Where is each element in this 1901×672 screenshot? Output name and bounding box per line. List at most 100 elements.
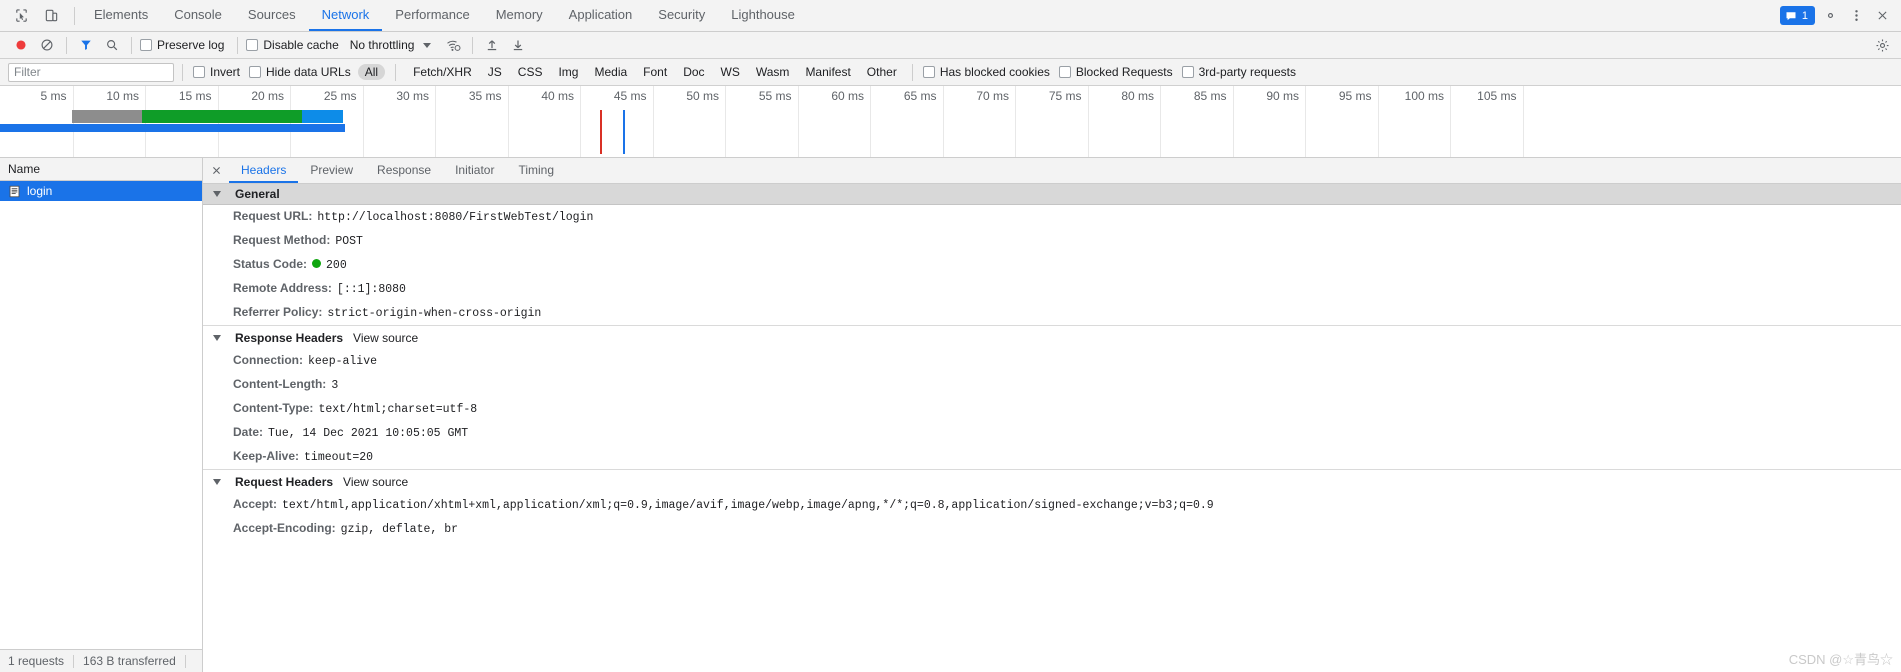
issues-counter-button[interactable]: 1 <box>1779 6 1815 25</box>
filter-divider <box>395 63 397 81</box>
overview-total-bar <box>0 124 345 132</box>
tab-bar-right-controls: 1 <box>1779 0 1901 31</box>
preserve-log-label: Preserve log <box>157 38 225 52</box>
filter-type-ws[interactable]: WS <box>714 64 747 80</box>
timeline-tick-label: 80 ms <box>1121 89 1154 103</box>
filter-type-all[interactable]: All <box>357 64 386 80</box>
section-title: General <box>235 187 280 201</box>
search-icon[interactable] <box>99 34 125 56</box>
header-value: POST <box>335 235 363 248</box>
tab-performance[interactable]: Performance <box>382 0 482 31</box>
tab-lighthouse[interactable]: Lighthouse <box>718 0 808 31</box>
detail-tab-preview[interactable]: Preview <box>298 158 365 183</box>
dom-content-loaded-marker <box>600 110 602 154</box>
section-header-request-headers[interactable]: Request Headers View source <box>203 469 1901 493</box>
filter-type-fetch-xhr[interactable]: Fetch/XHR <box>406 64 479 80</box>
view-source-link[interactable]: View source <box>343 475 408 489</box>
timeline-tick-label: 105 ms <box>1477 89 1517 103</box>
filter-type-js[interactable]: JS <box>481 64 509 80</box>
timeline-tick-label: 10 ms <box>106 89 139 103</box>
timeline-tick <box>1160 86 1161 157</box>
disable-cache-label: Disable cache <box>263 38 339 52</box>
tab-label: Console <box>174 7 222 22</box>
request-row-login[interactable]: login <box>0 181 202 201</box>
close-detail-icon[interactable] <box>203 158 229 183</box>
timeline-tick-label: 30 ms <box>396 89 429 103</box>
header-value: Tue, 14 Dec 2021 10:05:05 GMT <box>268 427 469 440</box>
overview-download-segment <box>302 110 343 123</box>
invert-checkbox[interactable]: Invert <box>191 65 247 79</box>
filter-type-img[interactable]: Img <box>551 64 585 80</box>
header-row-keep-alive: Keep-Alive: timeout=20 <box>203 445 1901 469</box>
has-blocked-cookies-checkbox[interactable]: Has blocked cookies <box>921 65 1057 79</box>
section-header-general[interactable]: General <box>203 184 1901 205</box>
funnel-icon[interactable] <box>73 34 99 56</box>
timeline-tick <box>362 86 364 157</box>
has-blocked-cookies-label: Has blocked cookies <box>939 65 1050 79</box>
filter-type-other[interactable]: Other <box>860 64 904 80</box>
view-source-link[interactable]: View source <box>353 331 418 345</box>
tab-elements[interactable]: Elements <box>81 0 161 31</box>
network-toolbar-right <box>1869 34 1901 56</box>
issues-count-label: 1 <box>1801 9 1808 22</box>
request-list-header: Name <box>0 158 202 181</box>
network-overview-timeline[interactable]: 5 ms 10 ms 15 ms 20 ms 25 ms 30 ms 35 ms 40 ms 4… <box>0 86 1901 158</box>
network-conditions-icon[interactable] <box>440 34 466 56</box>
filter-input[interactable] <box>8 62 174 82</box>
tab-console[interactable]: Console <box>161 0 235 31</box>
header-key: Content-Length: <box>233 377 327 391</box>
header-row-remote-address: Remote Address: [::1]:8080 <box>203 277 1901 301</box>
network-toolbar: Preserve log Disable cache No throttling <box>0 32 1901 59</box>
detail-tab-headers[interactable]: Headers <box>229 158 299 183</box>
gear-icon[interactable] <box>1819 5 1841 27</box>
chevron-down-icon[interactable] <box>423 42 432 48</box>
detail-tab-response[interactable]: Response <box>365 158 443 183</box>
checkbox-box <box>246 39 259 51</box>
filter-type-css[interactable]: CSS <box>511 64 550 80</box>
detail-tab-initiator[interactable]: Initiator <box>443 158 506 183</box>
tab-label: Sources <box>247 7 296 22</box>
filter-type-media[interactable]: Media <box>587 64 634 80</box>
checkbox-box <box>140 39 152 51</box>
throttling-select[interactable]: No throttling <box>346 38 417 52</box>
import-har-icon[interactable] <box>479 34 505 56</box>
record-button[interactable] <box>8 34 34 56</box>
filter-type-font[interactable]: Font <box>636 64 674 80</box>
cursor-inspect-icon[interactable] <box>10 5 32 27</box>
timeline-tick <box>1305 86 1306 157</box>
tab-memory[interactable]: Memory <box>483 0 556 31</box>
third-party-requests-checkbox[interactable]: 3rd-party requests <box>1180 65 1303 79</box>
tab-security[interactable]: Security <box>645 0 718 31</box>
filter-type-wasm[interactable]: Wasm <box>749 64 797 80</box>
hide-data-urls-label: Hide data URLs <box>266 65 351 79</box>
hide-data-urls-checkbox[interactable]: Hide data URLs <box>247 65 358 79</box>
timeline-tick-label: 85 ms <box>1193 89 1227 103</box>
header-value: 200 <box>326 259 347 272</box>
timeline-tick-label: 60 ms <box>831 89 864 103</box>
header-row-request-method: Request Method: POST <box>203 229 1901 253</box>
settings-gear-icon[interactable] <box>1869 34 1895 56</box>
tab-application[interactable]: Application <box>556 0 646 31</box>
close-icon[interactable] <box>1871 5 1893 27</box>
timeline-tick <box>1015 86 1016 157</box>
filter-type-doc[interactable]: Doc <box>676 64 711 80</box>
header-row-connection: Connection: keep-alive <box>203 349 1901 373</box>
section-header-response-headers[interactable]: Response Headers View source <box>203 325 1901 349</box>
section-title: Request Headers <box>235 474 334 489</box>
preserve-log-checkbox[interactable]: Preserve log <box>138 38 231 52</box>
detail-tab-timing[interactable]: Timing <box>506 158 566 183</box>
tab-sources[interactable]: Sources <box>235 0 309 31</box>
filter-type-manifest[interactable]: Manifest <box>798 64 857 80</box>
header-value: keep-alive <box>308 355 378 368</box>
device-toolbar-icon[interactable] <box>40 5 62 27</box>
network-status-bar: 1 requests 163 B transferred <box>0 649 203 672</box>
disable-cache-checkbox[interactable]: Disable cache <box>244 38 345 52</box>
export-har-icon[interactable] <box>505 34 531 56</box>
clear-icon[interactable] <box>34 34 60 56</box>
tab-network[interactable]: Network <box>308 0 383 31</box>
toolbar-divider <box>74 6 75 25</box>
network-main-area: Name login Headers Preview Response Init… <box>0 158 1901 672</box>
blocked-requests-checkbox[interactable]: Blocked Requests <box>1057 65 1180 79</box>
kebab-menu-icon[interactable] <box>1845 5 1867 27</box>
header-key: Remote Address: <box>233 281 332 295</box>
